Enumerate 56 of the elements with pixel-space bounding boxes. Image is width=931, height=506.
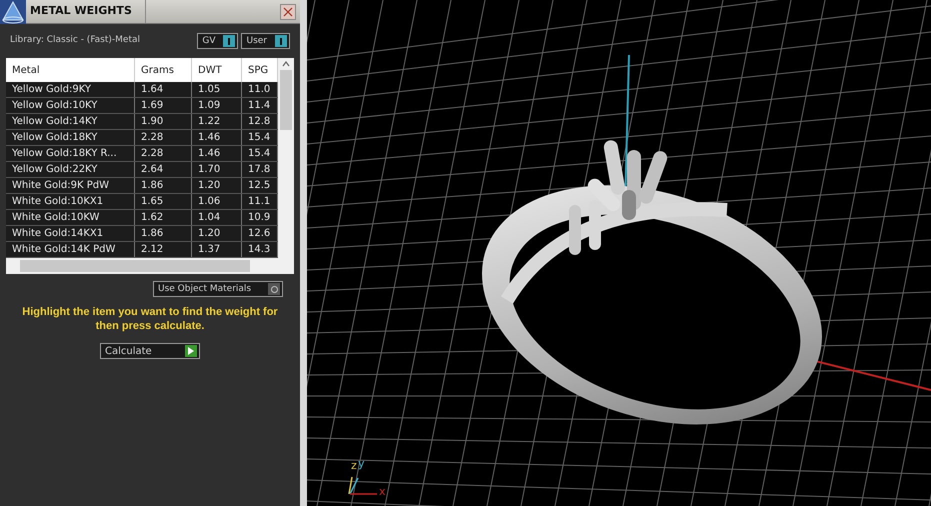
table-cell[interactable]: 1.69 <box>135 98 192 113</box>
table-cell[interactable]: 2.28 <box>135 146 192 161</box>
scroll-up-icon[interactable] <box>282 61 290 67</box>
table-cell[interactable]: White Gold:14K PdW <box>6 242 135 257</box>
toggle-indicator-icon <box>268 283 280 295</box>
table-cell[interactable]: Yellow Gold:10KY <box>6 98 135 113</box>
table-cell[interactable]: Yellow Gold:22KY <box>6 162 135 177</box>
table-cell[interactable]: 1.20 <box>192 226 242 241</box>
toggle-button[interactable]: GV <box>197 33 238 49</box>
toggle-button[interactable]: Use Object Materials <box>153 281 283 297</box>
toggle-button[interactable]: User <box>241 33 290 49</box>
table-cell[interactable]: 1.86 <box>135 178 192 193</box>
toggle-indicator-icon <box>223 35 236 47</box>
table-cell[interactable]: 1.86 <box>135 226 192 241</box>
table-cell[interactable]: 1.70 <box>192 162 242 177</box>
table-cell[interactable]: Yellow Gold:14KY <box>6 114 135 129</box>
axis-gizmo-icon <box>348 475 378 495</box>
instruction-text: Highlight the item you want to find the weight for then press calculate. <box>21 305 279 333</box>
table-cell[interactable]: 2.12 <box>135 242 192 257</box>
horizontal-scrollbar[interactable] <box>6 258 294 274</box>
table-cell[interactable]: 1.37 <box>192 242 242 257</box>
table-cell[interactable]: 1.65 <box>135 194 192 209</box>
window-title: METAL WEIGHTS <box>30 0 146 23</box>
table-cell[interactable]: 2.64 <box>135 162 192 177</box>
table-cell[interactable]: 1.46 <box>192 146 242 161</box>
table-cell[interactable]: 1.62 <box>135 210 192 225</box>
scrollbar-thumb[interactable] <box>280 70 292 130</box>
table-cell[interactable]: 1.06 <box>192 194 242 209</box>
table-cell[interactable]: White Gold:14KX1 <box>6 226 135 241</box>
library-label: Library: Classic - (Fast)-Metal <box>10 34 142 48</box>
table-cell[interactable]: 1.05 <box>192 82 242 97</box>
table-cell[interactable]: 1.09 <box>192 98 242 113</box>
play-icon <box>185 345 197 357</box>
table-cell[interactable]: Yellow Gold:9KY <box>6 82 135 97</box>
toggle-indicator-icon <box>275 35 287 47</box>
table-cell[interactable]: 1.04 <box>192 210 242 225</box>
table-cell[interactable]: White Gold:9K PdW <box>6 178 135 193</box>
table-cell[interactable]: Yellow Gold:18KY <box>6 130 135 145</box>
table-cell[interactable]: 2.28 <box>135 130 192 145</box>
close-button[interactable] <box>280 4 296 20</box>
pyramid-icon <box>0 0 26 24</box>
table-cell[interactable]: 1.20 <box>192 178 242 193</box>
axis-label: x <box>379 486 386 497</box>
table-cell[interactable]: 1.90 <box>135 114 192 129</box>
table-cell[interactable]: 1.64 <box>135 82 192 97</box>
axis-label: y <box>358 458 365 469</box>
vertical-scrollbar[interactable] <box>278 58 294 258</box>
calculate-button[interactable]: Calculate <box>100 343 200 359</box>
close-icon <box>283 6 293 16</box>
table-cell[interactable]: Yellow Gold:18KY R... <box>6 146 135 161</box>
table-cell[interactable]: White Gold:10KW <box>6 210 135 225</box>
table-cell[interactable]: 1.46 <box>192 130 242 145</box>
table-cell[interactable]: White Gold:10KX1 <box>6 194 135 209</box>
axis-label: z <box>351 460 357 471</box>
table-cell[interactable]: 1.22 <box>192 114 242 129</box>
scrollbar-thumb[interactable] <box>20 260 250 272</box>
